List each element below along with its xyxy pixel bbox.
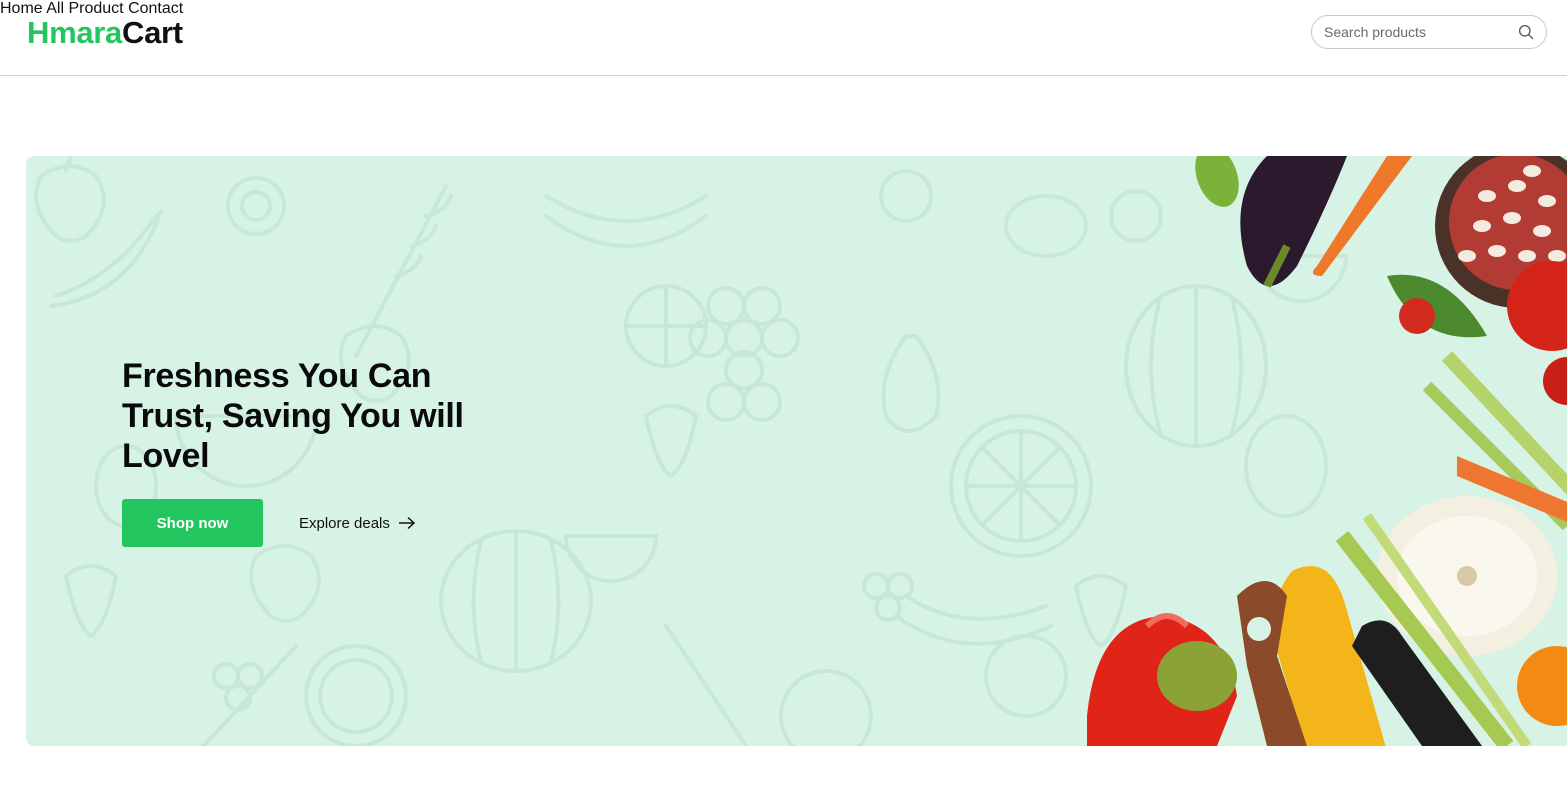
logo[interactable]: HmaraCart	[27, 14, 183, 52]
explore-deals-label: Explore deals	[299, 514, 390, 532]
hero-headline: Freshness You Can Trust, Saving You will…	[122, 357, 464, 475]
search-icon[interactable]	[1518, 24, 1534, 40]
logo-part-cart: Cart	[122, 15, 183, 50]
explore-deals-link[interactable]: Explore deals	[299, 511, 416, 535]
search-input[interactable]	[1324, 16, 1514, 48]
vegetables-image	[1087, 156, 1567, 746]
search-box	[1311, 15, 1547, 49]
shop-now-button[interactable]: Shop now	[122, 499, 263, 547]
arrow-right-icon	[398, 516, 416, 530]
site-header: HmaraCart Home All Product Contact	[0, 0, 1567, 76]
logo-part-hmara: Hmara	[27, 15, 122, 50]
hero-banner: Freshness You Can Trust, Saving You will…	[26, 156, 1567, 746]
